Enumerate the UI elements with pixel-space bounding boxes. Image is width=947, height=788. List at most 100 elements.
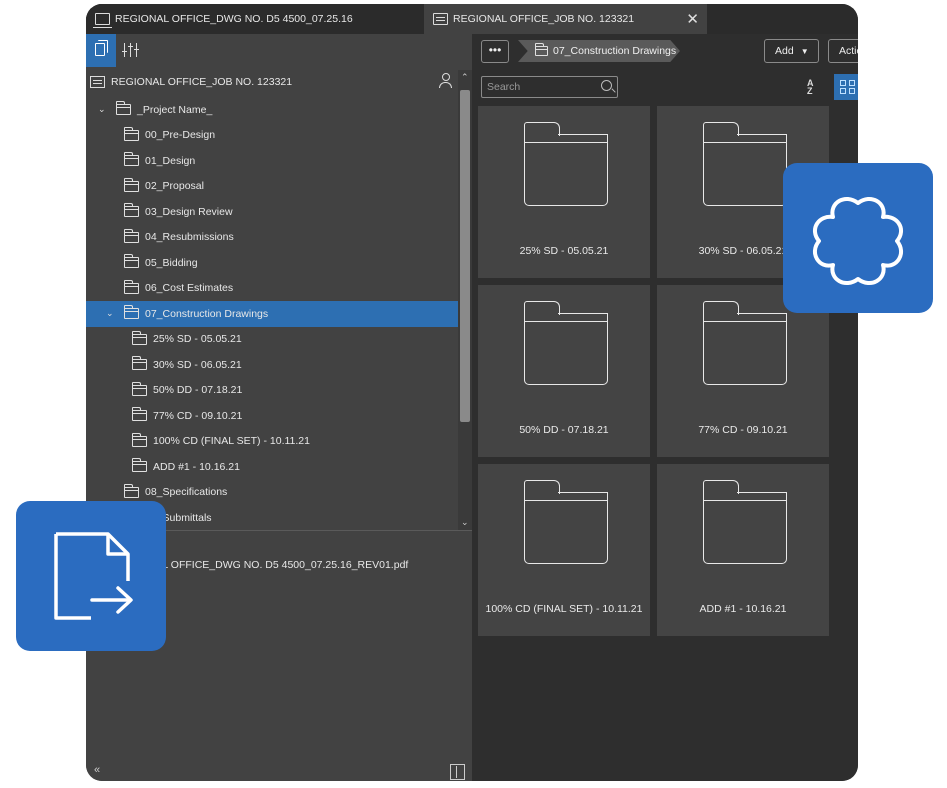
tree-item-label: 04_Resubmissions: [145, 231, 234, 244]
tree-item-label: 07_Construction Drawings: [145, 307, 269, 320]
folder-icon: [115, 101, 131, 116]
folder-icon: [131, 381, 147, 396]
tree-item-label: _Project Name_: [137, 103, 213, 116]
tree-item[interactable]: 50% DD - 07.18.21: [86, 378, 458, 404]
flower-graphic: [813, 197, 903, 285]
tree-item[interactable]: 01_Design: [86, 148, 458, 174]
tab-title: REGIONAL OFFICE_JOB NO. 123321: [453, 13, 635, 25]
project-icon: [90, 76, 105, 88]
folder-icon: [123, 228, 139, 243]
tree-item[interactable]: 05_Bidding: [86, 250, 458, 276]
folder-tree: ⌄ _Project Name_ 00_Pre-Design 01_Design 02_…: [86, 97, 458, 531]
folder-icon: [131, 458, 147, 473]
chevron-down-icon[interactable]: ⌄: [98, 104, 108, 115]
tab-job[interactable]: REGIONAL OFFICE_JOB NO. 123321 ✕: [424, 4, 707, 34]
document-list-icon: [433, 13, 448, 25]
tree-item-label: 06_Cost Estimates: [145, 282, 234, 295]
file-export-graphic: [54, 532, 133, 620]
documents-view-button[interactable]: [86, 34, 116, 67]
tree-scrollbar[interactable]: ⌃ ⌄: [458, 70, 472, 530]
tree-item-label: 02_Proposal: [145, 180, 204, 193]
chevron-down-icon[interactable]: ⌄: [106, 308, 116, 319]
folder-icon: [123, 483, 139, 498]
grid-view-button[interactable]: [834, 74, 858, 100]
folder-icon: [703, 301, 787, 385]
chevron-up-icon[interactable]: ⌃: [461, 72, 469, 83]
tree-item[interactable]: 30% SD - 06.05.21: [86, 352, 458, 378]
tree-item[interactable]: ADD #1 - 10.16.21: [86, 454, 458, 480]
grid-icon: [840, 80, 846, 86]
search-icon[interactable]: [601, 80, 612, 91]
tree-item[interactable]: 100% CD (FINAL SET) - 10.11.21: [86, 429, 458, 455]
tree-item[interactable]: 25% SD - 05.05.21: [86, 327, 458, 353]
add-label: Add: [775, 45, 794, 57]
sort-az-icon[interactable]: AZ: [807, 79, 814, 96]
copy-icon-back: [98, 40, 108, 53]
folder-tile[interactable]: 50% DD - 07.18.21: [478, 285, 650, 457]
folder-tile[interactable]: ADD #1 - 10.16.21: [657, 464, 829, 636]
tree-item[interactable]: 04_Resubmissions: [86, 225, 458, 251]
collapse-panel-icon[interactable]: «: [94, 764, 100, 776]
tree-item-label: 03_Design Review: [145, 205, 233, 218]
tree-item-label: 30% SD - 06.05.21: [153, 358, 242, 371]
tree-item[interactable]: 03_Design Review: [86, 199, 458, 225]
tree-item-label: 01_Design: [145, 154, 196, 167]
folder-icon: [524, 301, 608, 385]
tree-item-label: 50% DD - 07.18.21: [153, 384, 243, 397]
breadcrumb-label: 07_Construction Drawings: [553, 45, 677, 57]
tree-item[interactable]: 06_Cost Estimates: [86, 276, 458, 302]
add-user-icon[interactable]: [438, 73, 454, 89]
tree-item-label: ADD #1 - 10.16.21: [153, 460, 240, 473]
breadcrumb[interactable]: 07_Construction Drawings: [518, 40, 680, 62]
tree-item-label: 77% CD - 09.10.21: [153, 409, 243, 422]
folder-icon: [123, 203, 139, 218]
filter-settings-icon[interactable]: [122, 41, 140, 59]
file-export-icon: [16, 501, 166, 651]
left-panel: REGIONAL OFFICE_JOB NO. 123321 ⌄ _Project…: [86, 34, 472, 781]
folder-tile-label: ADD #1 - 10.16.21: [699, 603, 787, 615]
left-footer: «: [86, 764, 472, 781]
tree-item-label: 100% CD (FINAL SET) - 10.11.21: [153, 435, 310, 448]
tab-drawing[interactable]: REGIONAL OFFICE_DWG NO. D5 4500_07.25.16: [86, 4, 424, 34]
folder-tile-label: 77% CD - 09.10.21: [698, 424, 788, 436]
project-header[interactable]: REGIONAL OFFICE_JOB NO. 123321: [86, 70, 458, 94]
folder-icon: [123, 177, 139, 192]
folder-icon: [131, 432, 147, 447]
folder-tile-label: 25% SD - 05.05.21: [519, 245, 609, 257]
flower-icon: [783, 163, 933, 313]
right-toolbar: ••• 07_Construction Drawings Add ▼ Actio…: [472, 34, 858, 70]
scrollbar-thumb[interactable]: [460, 90, 470, 422]
app-window: REGIONAL OFFICE_DWG NO. D5 4500_07.25.16…: [86, 4, 858, 781]
chevron-down-icon[interactable]: ⌄: [461, 517, 469, 528]
tab-bar: REGIONAL OFFICE_DWG NO. D5 4500_07.25.16…: [86, 4, 858, 34]
actions-button[interactable]: Actions: [828, 39, 858, 63]
folder-icon: [131, 356, 147, 371]
folder-tile-label: 50% DD - 07.18.21: [519, 424, 609, 436]
right-panel: ••• 07_Construction Drawings Add ▼ Actio…: [472, 34, 858, 781]
toggle-sidebar-icon[interactable]: [450, 764, 465, 780]
folder-tile[interactable]: 100% CD (FINAL SET) - 10.11.21: [478, 464, 650, 636]
tree-item[interactable]: 00_Pre-Design: [86, 123, 458, 149]
tree-item[interactable]: ⌄ _Project Name_: [86, 97, 458, 123]
more-button[interactable]: •••: [481, 40, 509, 63]
folder-icon: [703, 480, 787, 564]
folder-icon: [524, 122, 608, 206]
search-placeholder: Search: [487, 81, 521, 93]
close-icon[interactable]: ✕: [686, 10, 699, 28]
folder-icon: [131, 407, 147, 422]
tree-item-label: 25% SD - 05.05.21: [153, 333, 242, 346]
folder-tile-label: 100% CD (FINAL SET) - 10.11.21: [485, 603, 643, 615]
add-button[interactable]: Add ▼: [764, 39, 819, 63]
tree-item[interactable]: 77% CD - 09.10.21: [86, 403, 458, 429]
monitor-icon: [93, 13, 112, 28]
search-input[interactable]: Search: [481, 76, 618, 98]
tree-item[interactable]: 02_Proposal: [86, 174, 458, 200]
left-toolbar: [86, 34, 472, 67]
folder-icon: [534, 43, 548, 56]
tree-item-label: 08_Specifications: [145, 486, 228, 499]
tree-item[interactable]: ⌄ 07_Construction Drawings: [86, 301, 458, 327]
folder-icon: [123, 126, 139, 141]
folder-icon: [703, 122, 787, 206]
tree-item-label: 05_Bidding: [145, 256, 198, 269]
folder-tile[interactable]: 25% SD - 05.05.21: [478, 106, 650, 278]
